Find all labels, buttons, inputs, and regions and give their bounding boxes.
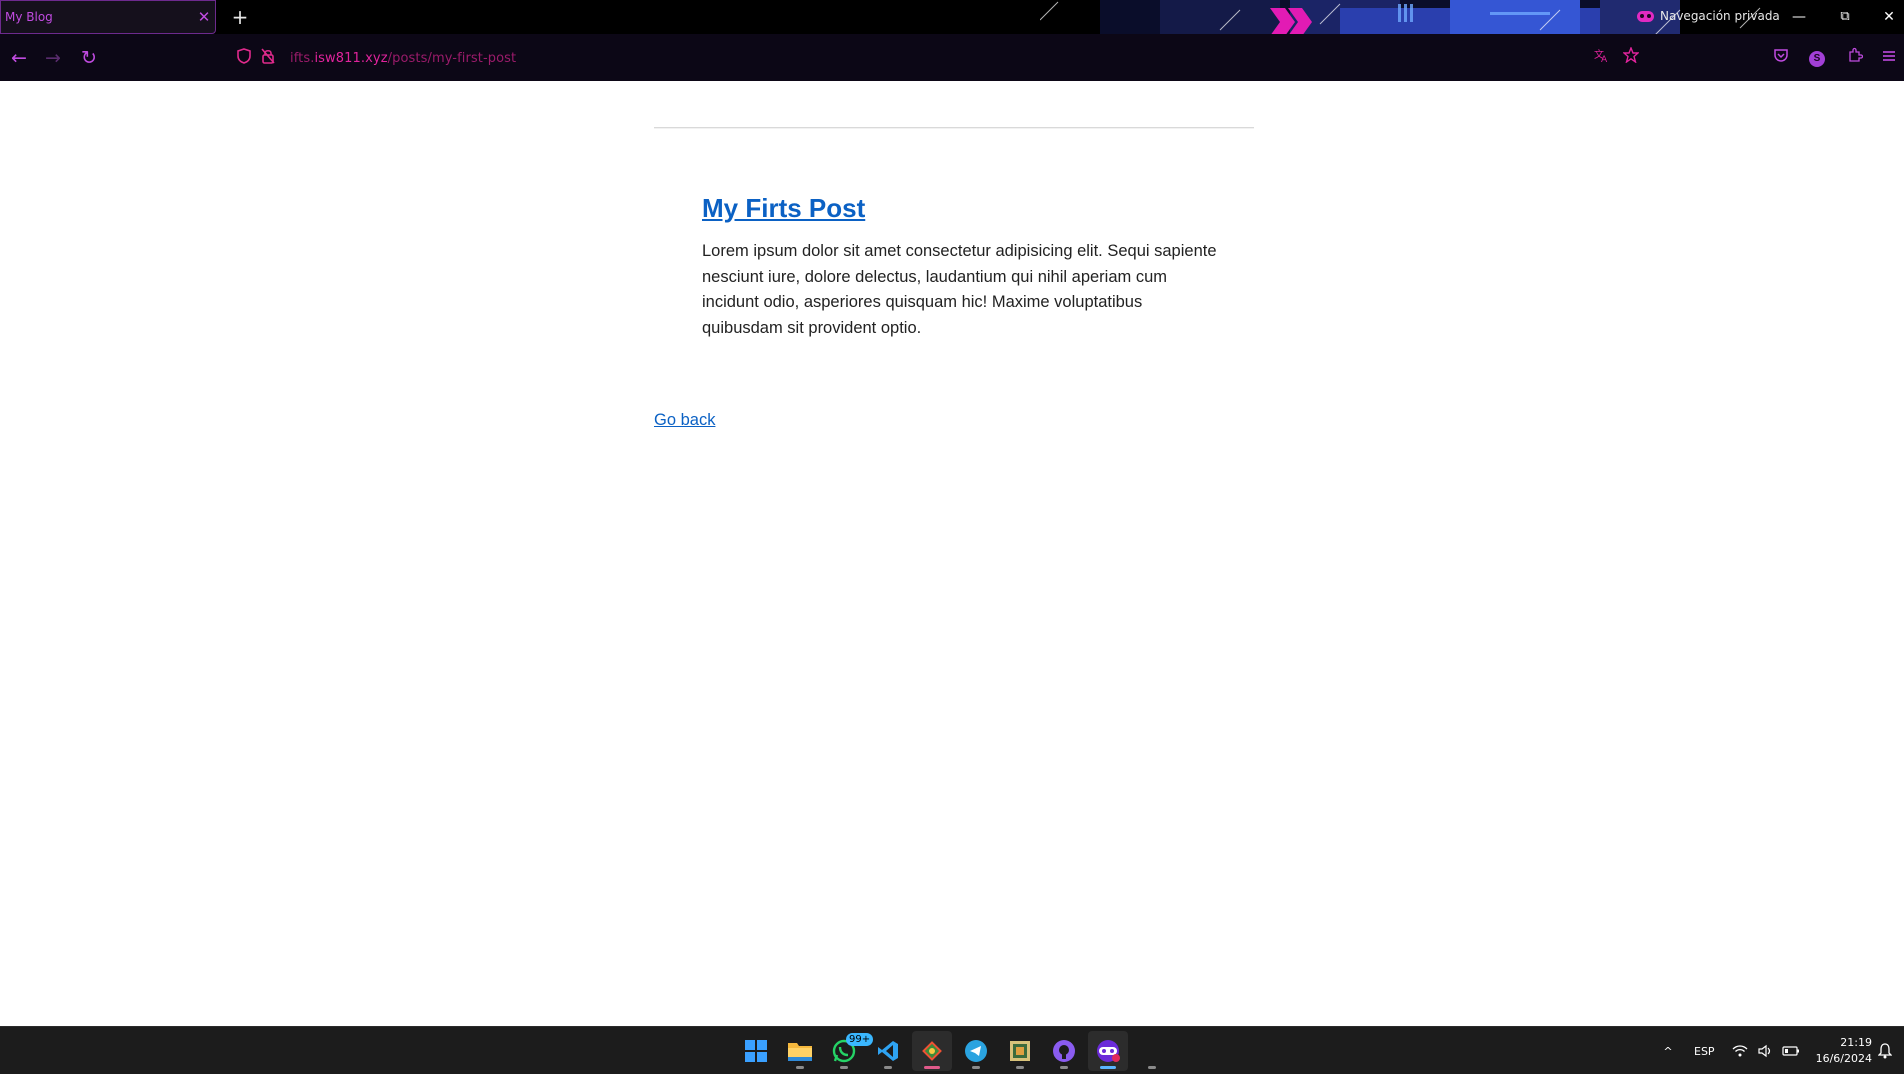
shield-icon[interactable] xyxy=(232,48,256,68)
start-icon[interactable] xyxy=(736,1031,776,1071)
pocket-icon[interactable] xyxy=(1766,43,1796,73)
running-indicator xyxy=(1060,1066,1068,1069)
language-indicator[interactable]: ESP xyxy=(1694,1027,1715,1075)
back-button[interactable]: ← xyxy=(4,43,34,73)
page-viewport: My Firts Post Lorem ipsum dolor sit amet… xyxy=(0,81,1904,1026)
url-host: isw811.xyz xyxy=(314,50,388,66)
taskbar-empty-slot xyxy=(1132,1031,1172,1071)
menu-icon[interactable] xyxy=(1874,43,1904,73)
telegram-icon[interactable] xyxy=(956,1031,996,1071)
volume-icon[interactable] xyxy=(1758,1044,1772,1058)
browser-tab-active[interactable]: My Blog ✕ xyxy=(0,0,216,34)
go-back-link[interactable]: Go back xyxy=(654,411,715,430)
running-indicator xyxy=(1016,1066,1024,1069)
url-path: /posts/my-first-post xyxy=(387,50,517,66)
firefox-private-icon[interactable] xyxy=(1088,1031,1128,1071)
private-mask-icon xyxy=(1637,10,1654,22)
extensions-icon[interactable] xyxy=(1840,43,1870,73)
clock-time: 21:19 xyxy=(1840,1036,1872,1049)
battery-icon[interactable] xyxy=(1782,1045,1800,1057)
running-indicator xyxy=(1100,1066,1116,1069)
system-tray-icons[interactable] xyxy=(1732,1027,1800,1075)
browser-tabbar: My Blog ✕ + Navegación privada — ⧉ ✕ xyxy=(0,0,1904,34)
file-explorer-icon[interactable] xyxy=(780,1031,820,1071)
notification-bell-icon[interactable] xyxy=(1878,1027,1892,1075)
private-browsing-indicator: Navegación privada xyxy=(1637,9,1780,23)
forward-button[interactable]: → xyxy=(38,43,68,73)
header-divider xyxy=(654,127,1254,129)
new-tab-button[interactable]: + xyxy=(228,4,252,30)
reload-button[interactable]: ↻ xyxy=(74,43,104,73)
minimize-button[interactable]: — xyxy=(1776,0,1822,34)
github-icon[interactable] xyxy=(1044,1031,1084,1071)
show-hidden-icons-chevron-icon[interactable]: ^ xyxy=(1658,1027,1678,1075)
lock-icon[interactable] xyxy=(256,48,280,68)
clock-date: 16/6/2024 xyxy=(1815,1052,1872,1065)
vscode-icon[interactable] xyxy=(868,1031,908,1071)
browser-navbar: ← → ↻ ifts.isw811.xyz/posts/my-first-pos… xyxy=(0,34,1904,81)
url-text[interactable]: ifts.isw811.xyz/posts/my-first-post xyxy=(290,51,516,66)
running-indicator xyxy=(796,1066,804,1069)
running-indicator xyxy=(884,1066,892,1069)
running-indicator xyxy=(840,1066,848,1069)
bookmark-star-icon[interactable] xyxy=(1616,43,1646,73)
post-body: Lorem ipsum dolor sit amet consectetur a… xyxy=(702,242,1217,337)
taskbar: 99+ ^ ESP 21:19 16/6/2024 xyxy=(0,1026,1904,1074)
private-browsing-label: Navegación privada xyxy=(1660,9,1780,23)
git-icon[interactable] xyxy=(912,1031,952,1071)
running-indicator xyxy=(1148,1066,1156,1069)
image-viewer-icon[interactable] xyxy=(1000,1031,1040,1071)
url-prefix: ifts. xyxy=(290,50,315,66)
post-article: My Firts Post Lorem ipsum dolor sit amet… xyxy=(702,193,1222,341)
url-bar[interactable]: ifts.isw811.xyz/posts/my-first-post xyxy=(224,42,1614,74)
restore-button[interactable]: ⧉ xyxy=(1822,0,1868,34)
tab-close-icon[interactable]: ✕ xyxy=(193,8,215,26)
account-icon[interactable]: S xyxy=(1809,51,1825,67)
running-indicator xyxy=(972,1066,980,1069)
svg-text:A: A xyxy=(1601,55,1608,63)
whatsapp-icon[interactable]: 99+ xyxy=(824,1031,874,1071)
system-clock[interactable]: 21:19 16/6/2024 xyxy=(1812,1035,1872,1067)
tab-title: My Blog xyxy=(5,10,53,24)
post-title-link[interactable]: My Firts Post xyxy=(702,193,865,223)
wifi-icon[interactable] xyxy=(1732,1044,1748,1058)
translate-icon[interactable]: 文A xyxy=(1587,43,1617,73)
running-indicator xyxy=(924,1066,940,1069)
close-window-button[interactable]: ✕ xyxy=(1866,0,1904,34)
